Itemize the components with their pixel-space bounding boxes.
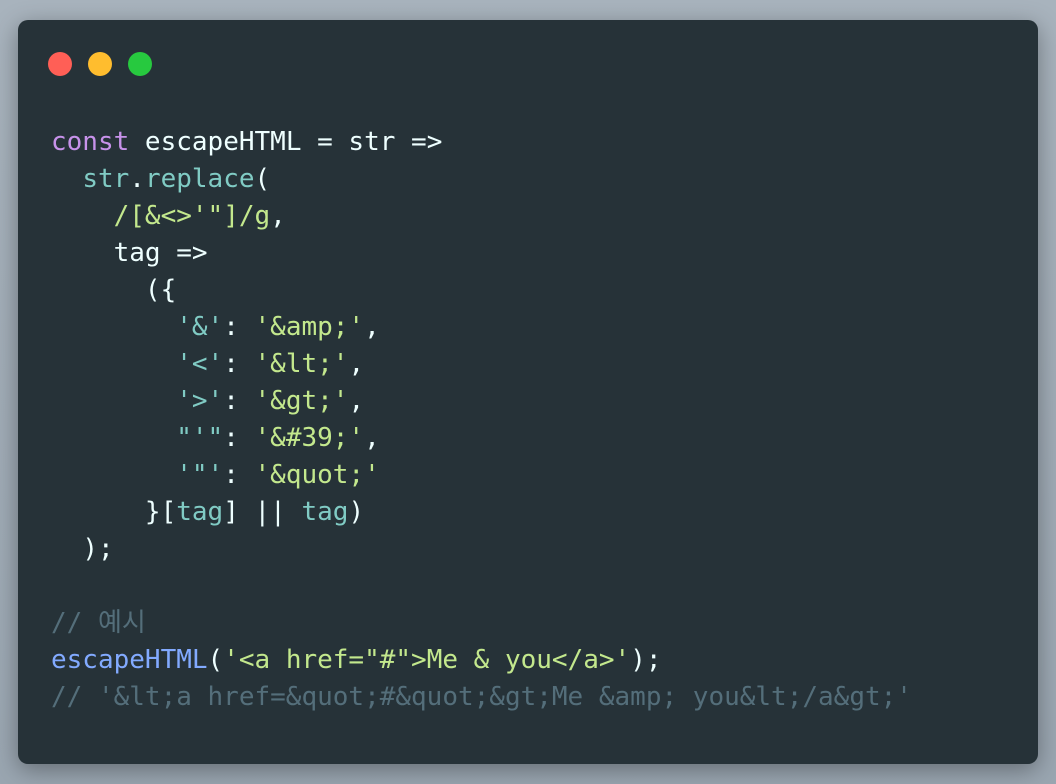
arrow-param: tag =>: [113, 238, 208, 268]
code-line-15: escapeHTML('<a href="#">Me & you</a>');: [51, 642, 912, 679]
code-line-9: "'": '&#39;',: [51, 420, 912, 457]
object-value: '&quot;': [254, 460, 380, 490]
close-paren: ): [348, 497, 365, 527]
object-key: "'": [176, 423, 224, 453]
code-line-8: '>': '&gt;',: [51, 383, 912, 420]
code-line-12: );: [51, 531, 912, 568]
code-line-11: }[tag] || tag): [51, 494, 912, 531]
window-controls: [48, 52, 152, 76]
code-line-4: tag =>: [51, 235, 912, 272]
declaration-text: escapeHTML = str =>: [129, 127, 443, 157]
comma: ,: [348, 349, 365, 379]
code-line-3: /[&<>'"]/g,: [51, 198, 912, 235]
statement-end: );: [82, 534, 114, 564]
colon: :: [223, 349, 255, 379]
method-replace: replace: [144, 164, 255, 194]
open-paren: (: [207, 645, 224, 675]
code-line-7: '<': '&lt;',: [51, 346, 912, 383]
keyword-const: const: [51, 127, 130, 157]
code-line-16: // '&lt;a href=&quot;#&quot;&gt;Me &amp;…: [51, 679, 912, 716]
comma: ,: [270, 201, 286, 231]
colon: :: [223, 312, 255, 342]
code-window: const escapeHTML = str => str.replace( /…: [18, 20, 1038, 764]
colon: :: [223, 386, 255, 416]
regex-literal: /[&<>'"]/g: [113, 201, 271, 231]
colon: :: [223, 423, 255, 453]
comma: ,: [364, 423, 380, 453]
identifier-tag: tag: [176, 497, 224, 527]
code-line-2: str.replace(: [51, 161, 912, 198]
code-block: const escapeHTML = str => str.replace( /…: [51, 124, 912, 716]
open-paren: (: [254, 164, 271, 194]
object-value: '&lt;': [254, 349, 349, 379]
code-line-6: '&': '&amp;',: [51, 309, 912, 346]
object-value: '&gt;': [254, 386, 349, 416]
object-value: '&#39;': [254, 423, 365, 453]
comma: ,: [364, 312, 380, 342]
colon: :: [223, 460, 255, 490]
code-line-10: '"': '&quot;': [51, 457, 912, 494]
or-operator: ] ||: [223, 497, 302, 527]
comma: ,: [348, 386, 365, 416]
comment-example: // 예시: [51, 608, 146, 638]
dot-operator: .: [129, 164, 145, 194]
code-line-5: ({: [51, 272, 912, 309]
maximize-button[interactable]: [128, 52, 152, 76]
code-line-14: // 예시: [51, 605, 912, 642]
identifier-str: str: [82, 164, 130, 194]
object-key: '&': [176, 312, 224, 342]
object-key: '>': [176, 386, 224, 416]
function-call-name: escapeHTML: [51, 645, 208, 675]
comment-output: // '&lt;a href=&quot;#&quot;&gt;Me &amp;…: [51, 682, 912, 712]
close-button[interactable]: [48, 52, 72, 76]
object-key: '"': [176, 460, 224, 490]
identifier-tag: tag: [301, 497, 349, 527]
string-argument: '<a href="#">Me & you</a>': [223, 645, 631, 675]
minimize-button[interactable]: [88, 52, 112, 76]
object-close: }[: [144, 497, 177, 527]
code-line-1: const escapeHTML = str =>: [51, 124, 912, 161]
close-paren: );: [630, 645, 662, 675]
object-open: ({: [144, 275, 177, 305]
object-key: '<': [176, 349, 224, 379]
object-value: '&amp;': [254, 312, 365, 342]
